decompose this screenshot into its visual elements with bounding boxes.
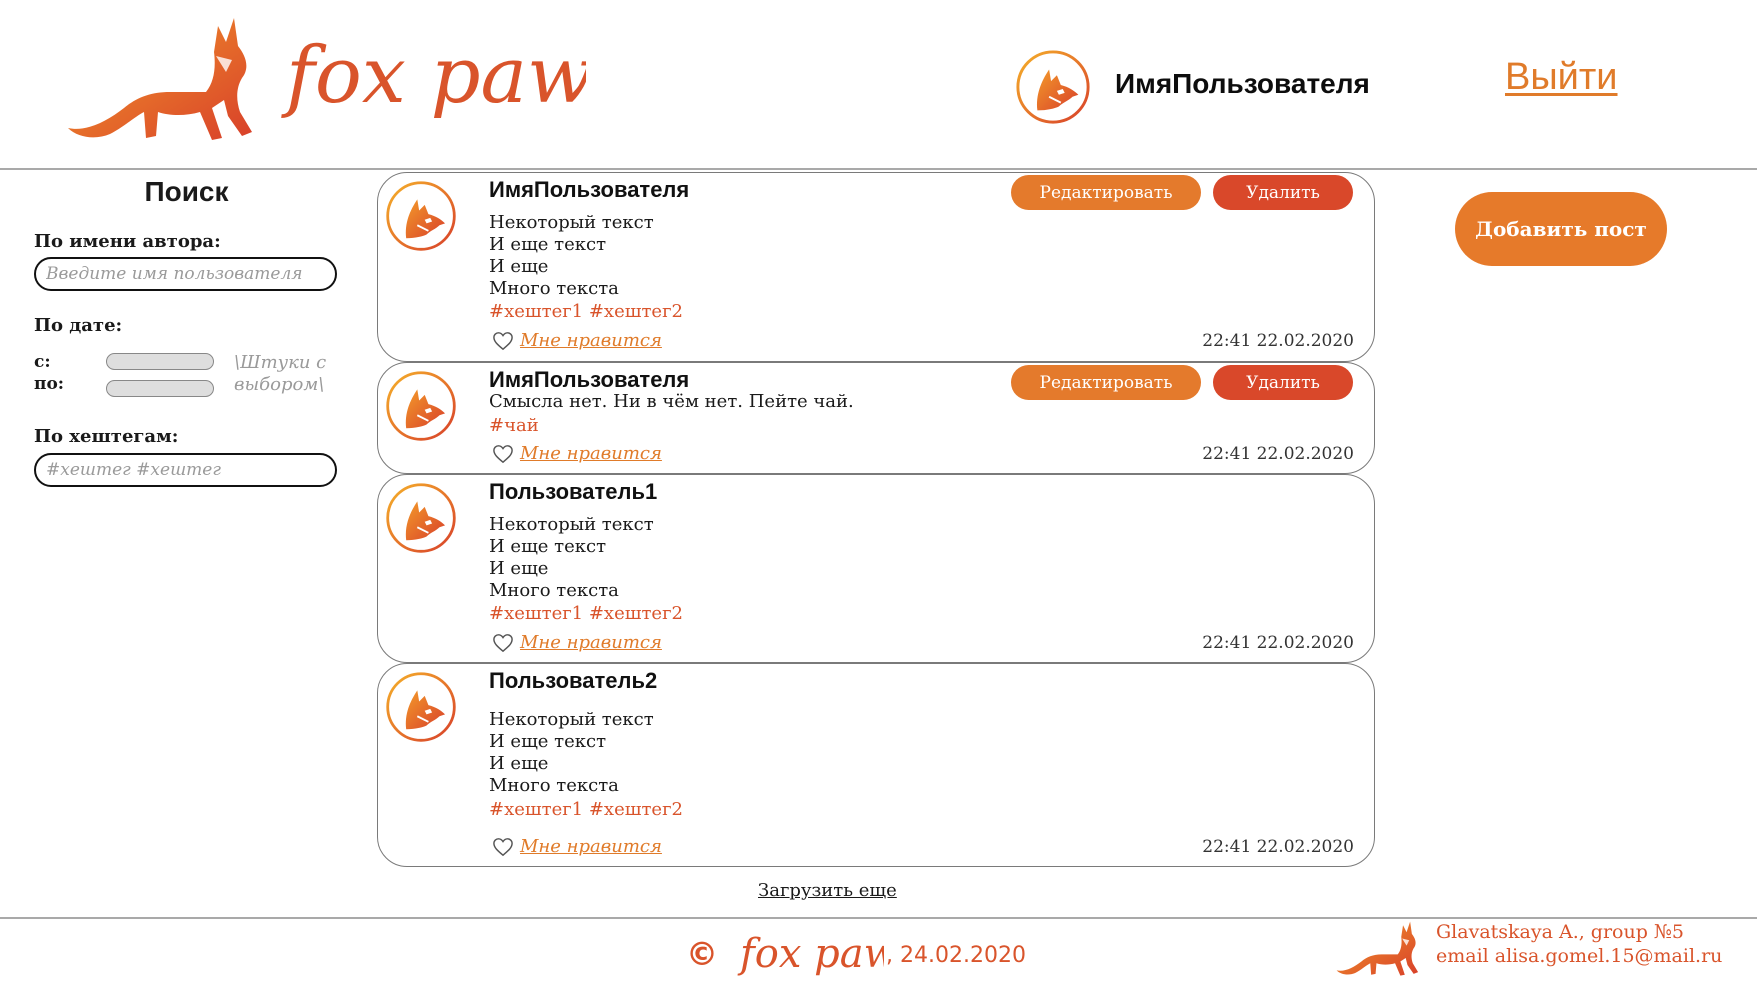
copyright-icon: © bbox=[686, 935, 718, 973]
post-author[interactable]: Пользователь2 bbox=[489, 668, 657, 694]
date-from-label: с: bbox=[34, 352, 51, 372]
footer-brand: © fox paw , 24.02.2020 bbox=[684, 927, 1026, 983]
like-label: Мне нравится bbox=[520, 443, 662, 464]
heart-icon bbox=[493, 837, 513, 856]
date-to-label: по: bbox=[34, 374, 65, 394]
post-body: Некоторый текст И еще текст И еще Много … bbox=[489, 514, 654, 601]
like-button[interactable]: Мне нравится bbox=[492, 443, 662, 464]
post-card: Пользователь1 Некоторый текст И еще текс… bbox=[377, 474, 1375, 663]
user-avatar[interactable] bbox=[1014, 48, 1092, 126]
footer-wordmark: © fox paw bbox=[686, 931, 884, 977]
fox-logo-icon[interactable]: fox paw bbox=[66, 12, 586, 162]
like-label: Мне нравится bbox=[520, 330, 662, 351]
heart-icon bbox=[493, 633, 513, 652]
search-title: Поиск bbox=[144, 176, 229, 207]
fox-avatar-icon[interactable] bbox=[384, 369, 458, 443]
page-header: fox paw ИмяПользователя Выйти bbox=[0, 0, 1757, 170]
page-footer: © fox paw , 24.02.2020 Glavatskaya A., g… bbox=[0, 917, 1757, 988]
post-timestamp: 22:41 22.02.2020 bbox=[1202, 444, 1354, 464]
author-credit: Glavatskaya A., group №5 bbox=[1436, 921, 1685, 943]
hashtag-search-input[interactable] bbox=[34, 453, 337, 487]
date-to-picker[interactable] bbox=[106, 380, 214, 397]
author-search-input[interactable] bbox=[34, 257, 337, 291]
delete-post-button[interactable]: Удалить bbox=[1213, 365, 1353, 400]
author-filter-label: По имени автора: bbox=[34, 231, 221, 252]
heart-icon bbox=[493, 444, 513, 463]
post-body: Некоторый текст И еще текст И еще Много … bbox=[489, 709, 654, 796]
post-timestamp: 22:41 22.02.2020 bbox=[1202, 331, 1354, 351]
like-button[interactable]: Мне нравится bbox=[492, 330, 662, 351]
hashtag-filter-label: По хештегам: bbox=[34, 426, 179, 447]
post-body: Некоторый текст И еще текст И еще Много … bbox=[489, 212, 654, 299]
fox-logo-icon bbox=[1336, 921, 1419, 976]
post-card: ИмяПользователя Редактировать Удалить См… bbox=[377, 362, 1375, 474]
post-author[interactable]: ИмяПользователя bbox=[489, 367, 689, 393]
edit-post-button[interactable]: Редактировать bbox=[1011, 365, 1201, 400]
delete-post-button[interactable]: Удалить bbox=[1213, 175, 1353, 210]
post-hashtags[interactable]: #хештег1 #хештег2 bbox=[489, 301, 683, 322]
post-card: Пользователь2 Некоторый текст И еще текс… bbox=[377, 663, 1375, 867]
post-body: Смысла нет. Ни в чём нет. Пейте чай. bbox=[489, 391, 854, 412]
post-hashtags[interactable]: #чай bbox=[489, 415, 539, 436]
like-button[interactable]: Мне нравится bbox=[492, 836, 662, 857]
fox-avatar-icon[interactable] bbox=[384, 179, 458, 253]
fox-avatar-icon[interactable] bbox=[384, 481, 458, 555]
date-picker-note: \Штуки с выбором\ bbox=[234, 352, 327, 395]
post-timestamp: 22:41 22.02.2020 bbox=[1202, 633, 1354, 653]
fox-avatar-icon[interactable] bbox=[384, 670, 458, 744]
post-author[interactable]: Пользователь1 bbox=[489, 479, 657, 505]
footer-date: , 24.02.2020 bbox=[886, 942, 1026, 968]
date-from-picker[interactable] bbox=[106, 353, 214, 370]
post-timestamp: 22:41 22.02.2020 bbox=[1202, 837, 1354, 857]
footer-credits: Glavatskaya A., group №5 email alisa.gom… bbox=[1436, 920, 1722, 968]
post-author[interactable]: ИмяПользователя bbox=[489, 177, 689, 203]
like-label: Мне нравится bbox=[520, 632, 662, 653]
like-button[interactable]: Мне нравится bbox=[492, 632, 662, 653]
post-hashtags[interactable]: #хештег1 #хештег2 bbox=[489, 603, 683, 624]
current-user-name[interactable]: ИмяПользователя bbox=[1115, 68, 1370, 100]
add-post-button[interactable]: Добавить пост bbox=[1455, 192, 1667, 266]
date-filter-label: По дате: bbox=[34, 315, 123, 336]
like-label: Мне нравится bbox=[520, 836, 662, 857]
brand-wordmark: fox paw bbox=[281, 31, 586, 121]
load-more-link[interactable]: Загрузить еще bbox=[758, 880, 897, 901]
footer-brand-name: fox paw bbox=[737, 931, 884, 977]
edit-post-button[interactable]: Редактировать bbox=[1011, 175, 1201, 210]
post-hashtags[interactable]: #хештег1 #хештег2 bbox=[489, 799, 683, 820]
heart-icon bbox=[493, 331, 513, 350]
logout-link[interactable]: Выйти bbox=[1505, 56, 1618, 99]
post-card: ИмяПользователя Редактировать Удалить Не… bbox=[377, 172, 1375, 362]
author-email[interactable]: email alisa.gomel.15@mail.ru bbox=[1436, 944, 1722, 968]
